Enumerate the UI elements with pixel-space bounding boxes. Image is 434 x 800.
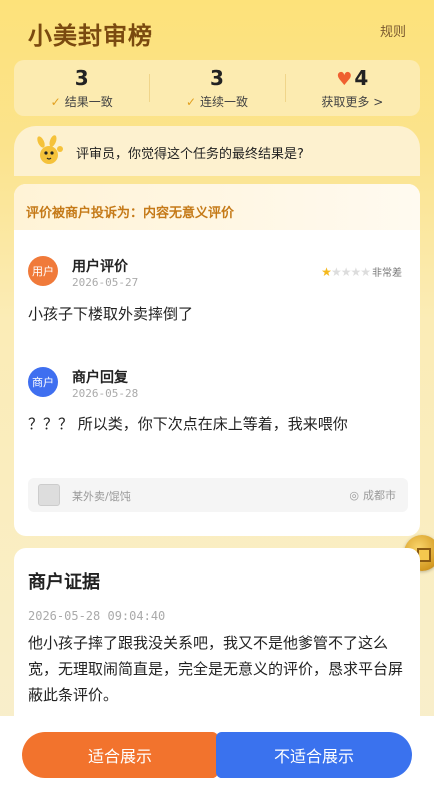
evidence-title: 商户证据 (28, 572, 100, 593)
stat-value: 3 (210, 66, 224, 90)
store-city: 成都市 (363, 489, 396, 502)
review-card: 评价被商户投诉为：内容无意义评价 用户 用户评价 2026-05-27 ★★★★… (14, 184, 420, 536)
store-name: 某外卖/馄饨 (72, 490, 131, 503)
action-bar: 适合展示 不适合展示 (0, 716, 434, 800)
star-empty-icon: ★ (350, 265, 361, 279)
question-text: 评审员，你觉得这个任务的最终结果是? (76, 147, 304, 162)
question-banner: 评审员，你觉得这个任务的最终结果是? (14, 126, 420, 176)
header: 小美封审榜 规则 (0, 0, 434, 60)
suitable-button[interactable]: 适合展示 (22, 732, 218, 778)
check-icon: ✓ (50, 95, 61, 109)
stats-bar: 3 ✓ 结果一致 3 ✓ 连续一致 ♥ 4 获取更多 > (14, 60, 420, 116)
stat-streak-match: 3 ✓ 连续一致 (149, 60, 284, 116)
user-review-body: 小孩子下楼取外卖摔倒了 (28, 305, 194, 323)
user-avatar: 用户 (28, 256, 58, 286)
check-icon: ✓ (185, 95, 197, 109)
star-empty-icon: ★ (330, 265, 342, 279)
star-empty-icon: ★ (340, 265, 352, 279)
user-review-date: 2026-05-27 (72, 276, 139, 289)
unsuitable-button[interactable]: 不适合展示 (216, 732, 412, 778)
store-thumbnail-icon (38, 484, 60, 506)
user-review-name: 用户评价 (72, 259, 128, 275)
get-more-link[interactable]: 获取更多 > (285, 93, 420, 110)
heart-icon: ♥ (336, 69, 353, 90)
mascot-icon (37, 135, 63, 164)
merchant-avatar: 商户 (28, 367, 58, 397)
merchant-reply-body: ？？？ 所以类，你下次点在床上等着，我来喂你 (28, 415, 348, 433)
stat-result-match: 3 ✓ 结果一致 (14, 60, 149, 116)
stat-hearts[interactable]: ♥ 4 获取更多 > (284, 60, 420, 116)
rating-stars: ★★★★★ 非常差 (321, 264, 402, 279)
store-info[interactable]: 某外卖/馄饨 ◎ 成都市 (28, 478, 408, 512)
stat-label: 结果一致 (64, 95, 113, 109)
location-pin-icon: ◎ (349, 489, 359, 502)
stat-label: 连续一致 (200, 95, 249, 109)
page-title: 小美封审榜 (28, 21, 153, 50)
merchant-reply-name: 商户回复 (72, 370, 128, 386)
complaint-banner: 评价被商户投诉为：内容无意义评价 (14, 184, 420, 230)
stat-value: 3 (74, 66, 89, 90)
star-filled-icon: ★ (321, 265, 332, 279)
evidence-datetime: 2026-05-28 09:04:40 (28, 609, 166, 623)
rating-text: 非常差 (372, 268, 402, 279)
merchant-reply-date: 2026-05-28 (72, 387, 139, 400)
star-empty-icon: ★ (360, 265, 371, 279)
rules-link[interactable]: 规则 (380, 21, 406, 40)
stat-value: 4 (354, 66, 369, 90)
evidence-body: 他小孩子摔了跟我没关系吧，我又不是他爹管不了这么宽，无理取闹简直是，完全是无意义… (28, 634, 404, 704)
